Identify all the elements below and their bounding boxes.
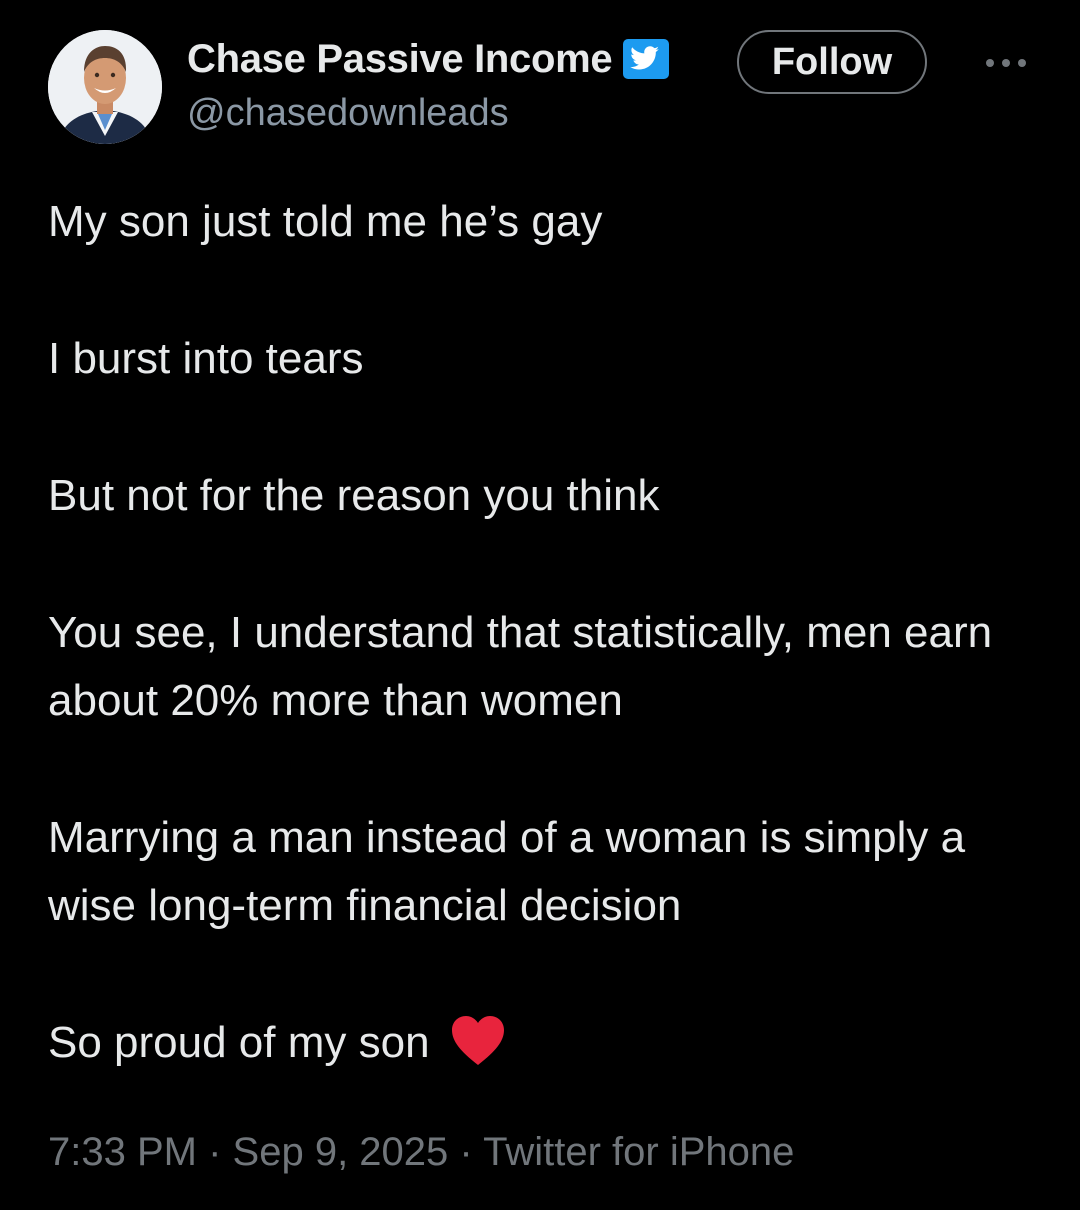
- more-options-icon[interactable]: [982, 48, 1030, 78]
- display-name[interactable]: Chase Passive Income: [187, 37, 613, 82]
- meta-separator: ·: [208, 1130, 233, 1174]
- follow-button[interactable]: Follow: [737, 30, 927, 94]
- tweet-paragraph: You see, I understand that statistically…: [48, 608, 993, 725]
- tweet-paragraph-last: So proud of my son: [48, 1009, 1048, 1077]
- verified-badge-icon: [622, 38, 670, 80]
- tweet-paragraph: Marrying a man instead of a woman is sim…: [48, 813, 966, 930]
- tweet-metadata: 7:33 PM · Sep 9, 2025 · Twitter for iPho…: [48, 1130, 794, 1175]
- tweet-paragraph: So proud of my son: [48, 1018, 442, 1067]
- tweet-paragraph: But not for the reason you think: [48, 471, 660, 520]
- tweet-time[interactable]: 7:33 PM: [48, 1130, 197, 1174]
- meta-separator: ·: [459, 1130, 484, 1174]
- avatar[interactable]: [48, 30, 162, 144]
- tweet-paragraph: My son just told me he’s gay: [48, 197, 603, 246]
- user-handle[interactable]: @chasedownleads: [187, 92, 509, 135]
- name-row: Chase Passive Income: [187, 34, 670, 84]
- red-heart-icon: [448, 1013, 508, 1069]
- profile-photo-icon: [48, 30, 162, 144]
- tweet-date[interactable]: Sep 9, 2025: [233, 1130, 449, 1174]
- tweet-source[interactable]: Twitter for iPhone: [483, 1130, 794, 1174]
- tweet-paragraph: I burst into tears: [48, 334, 364, 383]
- tweet-text: My son just told me he’s gay I burst int…: [48, 188, 1048, 1077]
- tweet: Chase Passive Income @chasedownleads Fol…: [0, 0, 1080, 1210]
